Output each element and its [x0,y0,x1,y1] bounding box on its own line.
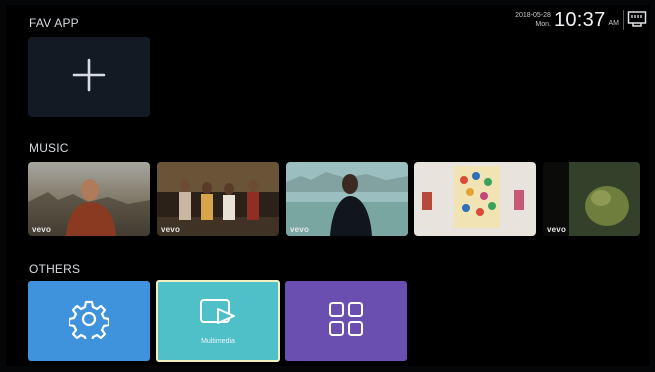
vevo-tag: vevo [547,225,567,234]
vevo-tag: vevo [418,225,438,234]
clock-ampm: AM [608,19,620,27]
multimedia-tile[interactable]: Multimedia [156,280,280,362]
cast-play-icon [198,297,238,332]
ethernet-icon [623,10,649,30]
music-video-thumbnail-2[interactable]: vevo [157,162,279,236]
vevo-tag: vevo [290,225,310,234]
gear-icon [67,299,111,344]
music-video-thumbnail-5[interactable]: vevo [543,162,640,236]
date-text: 2018-05-28 [515,12,551,19]
add-favorite-app-button[interactable] [28,37,150,117]
vevo-tag: vevo [161,225,181,234]
music-video-thumbnail-4[interactable]: vevo [414,162,536,236]
music-heading: MUSIC [29,141,69,155]
status-bar: 2018-05-28 Mon. 10:37 AM [515,6,649,34]
multimedia-label: Multimedia [201,338,235,345]
fav-app-heading: FAV APP [29,16,79,30]
plus-icon [72,58,106,97]
music-video-thumbnail-3[interactable]: vevo [286,162,408,236]
weekday-text: Mon. [535,21,551,28]
vevo-tag: vevo [32,225,52,234]
settings-tile[interactable] [28,281,150,361]
clock-time: 10:37 [553,8,606,31]
others-heading: OTHERS [29,262,81,276]
date-block: 2018-05-28 Mon. [515,11,551,29]
music-video-thumbnail-1[interactable]: vevo [28,162,150,236]
all-apps-tile[interactable] [285,281,407,361]
grid-apps-icon [327,300,365,343]
